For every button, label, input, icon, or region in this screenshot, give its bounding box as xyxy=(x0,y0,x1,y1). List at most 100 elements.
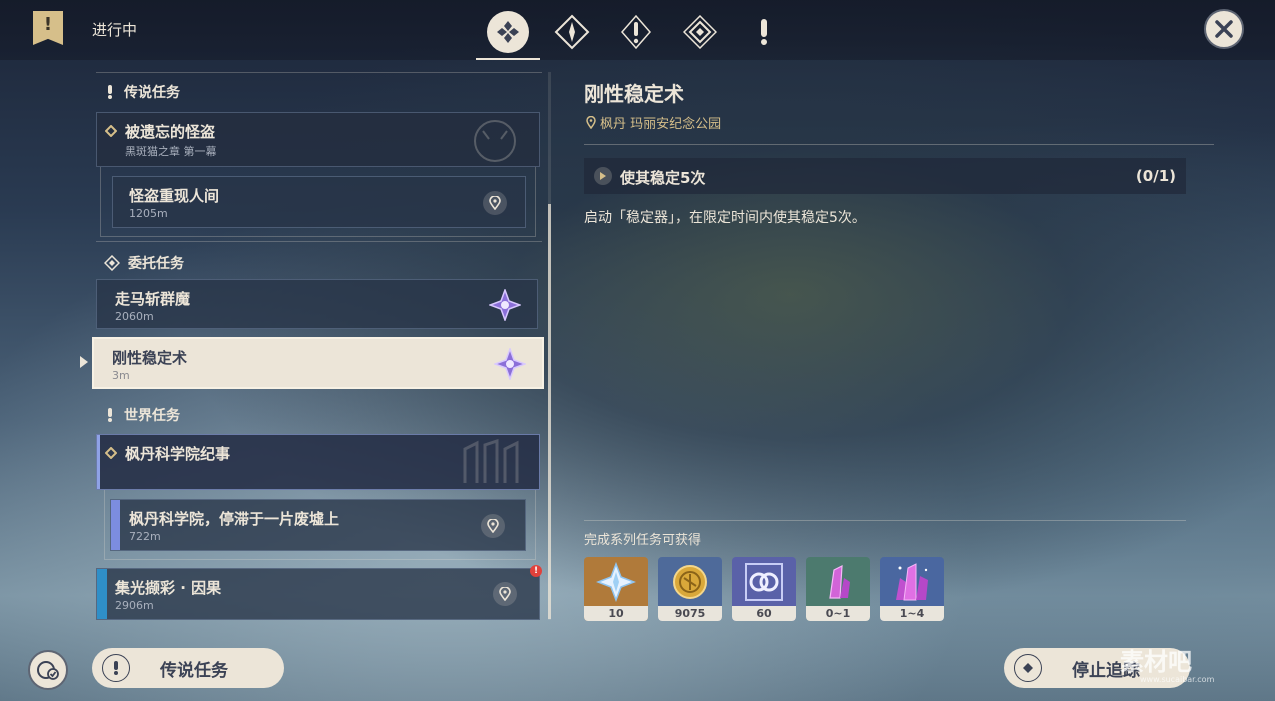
step-distance: 722m xyxy=(129,530,161,543)
story-quest-icon xyxy=(621,15,651,49)
objective-count: (0/1) xyxy=(1135,167,1176,185)
track-location-button[interactable] xyxy=(483,191,507,215)
selection-arrow-icon xyxy=(80,356,88,368)
map-pin-icon xyxy=(489,196,501,210)
step-title: 怪盗重现人间 xyxy=(129,187,220,205)
track-location-button[interactable] xyxy=(481,514,505,538)
quest-objective: 使其稳定5次 (0/1) xyxy=(584,158,1186,194)
divider xyxy=(96,72,542,73)
adventure-exp-icon xyxy=(745,562,783,601)
rewards-label: 完成系列任务可获得 xyxy=(584,533,702,548)
diamond-icon xyxy=(105,447,117,459)
watermark-url: www.sucaibar.com xyxy=(1140,675,1215,684)
primogem-icon xyxy=(596,561,636,602)
diamond-icon xyxy=(1014,654,1042,682)
mora-icon xyxy=(673,564,707,599)
reward-adventure-exp[interactable]: 60 xyxy=(732,557,796,621)
quest-subtitle: 黑斑猫之章 第一幕 xyxy=(125,145,217,158)
reward-quantity: 9075 xyxy=(658,606,722,621)
quest-distance: 2060m xyxy=(115,310,154,323)
compass-check-icon xyxy=(37,661,59,680)
commission-star-icon xyxy=(489,289,521,321)
rewards-list: 10 9075 60 0~1 1~4 xyxy=(584,557,944,621)
reward-quantity: 0~1 xyxy=(806,606,870,621)
tab-world-quests[interactable] xyxy=(732,4,796,60)
story-quest-icon xyxy=(102,654,130,682)
quest-accent-bar xyxy=(97,435,100,489)
quest-step-academy-ruins[interactable]: 枫丹科学院，停滞于一片废墟上 722m xyxy=(110,499,526,551)
commission-icon xyxy=(104,255,120,271)
reward-quantity: 1~4 xyxy=(880,606,944,621)
scrollbar-thumb[interactable] xyxy=(548,204,551,619)
track-location-button[interactable] xyxy=(493,582,517,606)
diamond-icon xyxy=(105,125,117,137)
watermark: 素材吧 xyxy=(1120,648,1192,676)
quest-item-event[interactable]: 集光撷彩 · 因果 2906m ! xyxy=(96,565,542,620)
section-legend-quests: 传说任务 xyxy=(104,82,180,102)
world-quest-icon xyxy=(761,19,767,45)
section-title: 传说任务 xyxy=(124,85,180,101)
location-pin-icon xyxy=(586,116,596,129)
quest-book-icon: ! xyxy=(33,11,63,45)
world-quest-icon xyxy=(108,408,112,422)
crystal-cluster-icon xyxy=(896,562,928,600)
quest-item-forgotten-thief[interactable]: 被遗忘的怪盗 黑斑猫之章 第一幕 xyxy=(96,112,540,167)
tab-commissions[interactable] xyxy=(668,4,732,60)
crystal-chunk-icon xyxy=(829,564,850,599)
close-icon xyxy=(1215,20,1233,38)
quest-detail-title: 刚性稳定术 xyxy=(584,82,684,106)
objective-arrow-icon xyxy=(594,167,612,185)
quest-accent-bar xyxy=(97,569,107,619)
close-button[interactable] xyxy=(1204,9,1244,49)
academy-emblem-icon xyxy=(463,439,519,483)
quest-step-thief-returns[interactable]: 怪盗重现人间 1205m xyxy=(112,176,526,228)
archon-quest-icon xyxy=(554,14,590,50)
reward-quantity: 10 xyxy=(584,606,648,621)
quest-distance: 2906m xyxy=(115,599,154,612)
step-title: 枫丹科学院，停滞于一片废墟上 xyxy=(129,510,340,528)
quest-type-tabs xyxy=(476,4,796,60)
location-text: 枫丹 玛丽安纪念公园 xyxy=(600,117,722,132)
quest-distance: 3m xyxy=(112,369,130,382)
reward-crystal-chunk[interactable]: 0~1 xyxy=(806,557,870,621)
quest-item-fontaine-academy[interactable]: 枫丹科学院纪事 xyxy=(96,434,540,490)
cat-emblem-icon xyxy=(474,120,516,162)
step-distance: 1205m xyxy=(129,207,168,220)
objective-text: 使其稳定5次 xyxy=(620,169,706,187)
navigation-tracker-button[interactable] xyxy=(28,650,68,690)
section-title: 委托任务 xyxy=(128,256,184,272)
all-quests-icon xyxy=(487,11,529,53)
section-commissions: 委托任务 xyxy=(104,253,184,273)
quest-item-commission-1[interactable]: 走马斩群魔 2060m xyxy=(96,279,538,329)
quest-description: 启动「稳定器」，在限定时间内使其稳定5次。 xyxy=(584,210,866,226)
quest-title: 被遗忘的怪盗 xyxy=(125,123,216,141)
tab-story-quests[interactable] xyxy=(604,4,668,60)
tab-archon-quests[interactable] xyxy=(540,4,604,60)
top-bar: ! 进行中 xyxy=(0,0,1275,60)
quest-accent-bar xyxy=(111,500,120,550)
reward-crystal-cluster[interactable]: 1~4 xyxy=(880,557,944,621)
map-pin-icon xyxy=(487,519,499,533)
commission-icon xyxy=(683,15,717,49)
category-label: 传说任务 xyxy=(160,660,228,681)
quest-item-commission-2-selected[interactable]: 刚性稳定术 3m xyxy=(92,337,544,389)
tab-all-quests[interactable] xyxy=(476,4,540,60)
quest-status-title: 进行中 xyxy=(92,21,138,39)
section-world-quests: 世界任务 xyxy=(104,405,180,425)
map-pin-icon xyxy=(499,587,511,601)
quest-category-button[interactable]: 传说任务 xyxy=(92,648,284,688)
alert-badge: ! xyxy=(530,565,542,577)
quest-location: 枫丹 玛丽安纪念公园 xyxy=(586,113,721,132)
quest-title: 刚性稳定术 xyxy=(112,349,188,367)
quest-title: 走马斩群魔 xyxy=(115,290,191,308)
reward-mora[interactable]: 9075 xyxy=(658,557,722,621)
section-title: 世界任务 xyxy=(124,408,180,424)
commission-star-icon xyxy=(494,348,526,380)
quest-title: 枫丹科学院纪事 xyxy=(125,445,231,463)
story-quest-icon xyxy=(108,85,112,99)
divider xyxy=(96,241,542,242)
divider xyxy=(584,144,1214,145)
divider xyxy=(584,520,1186,521)
reward-quantity: 60 xyxy=(732,606,796,621)
reward-primogem[interactable]: 10 xyxy=(584,557,648,621)
